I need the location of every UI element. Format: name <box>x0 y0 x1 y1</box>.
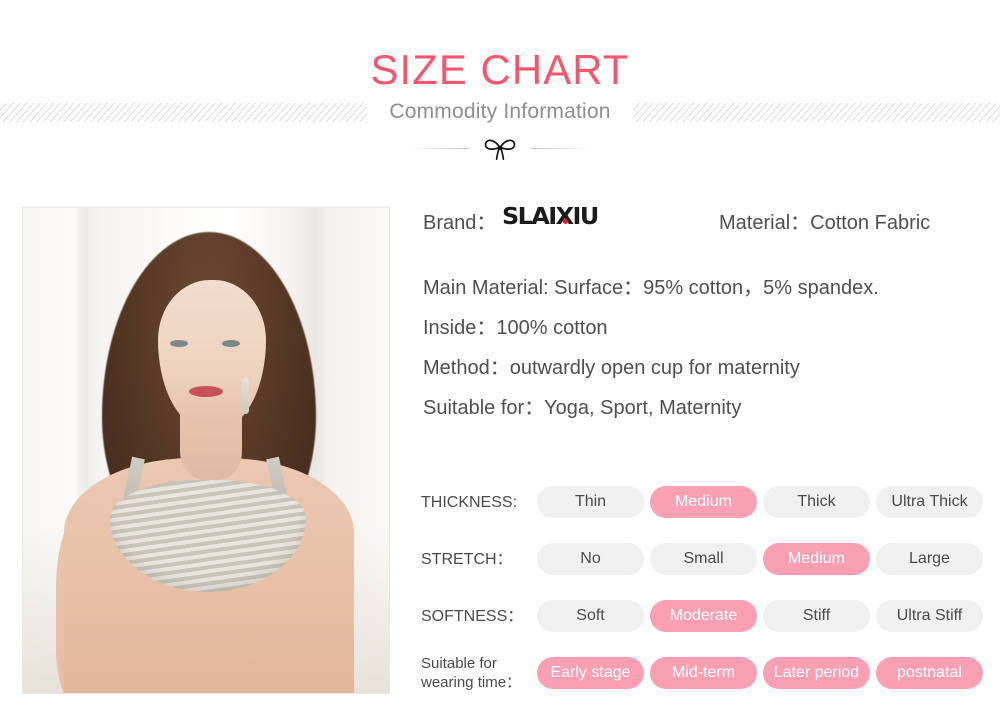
divider-line-right <box>531 147 591 149</box>
attribute-table: THICKNESS: Thin Medium Thick Ultra Thick… <box>421 486 983 691</box>
material-label: Material：Cotton Fabric <box>719 212 931 234</box>
option-softness-stiff[interactable]: Stiff <box>763 600 870 632</box>
option-softness-soft[interactable]: Soft <box>537 600 644 632</box>
brand-label: Brand： <box>423 212 497 234</box>
photo-model-eye-left <box>170 340 188 347</box>
product-image <box>22 207 390 694</box>
option-wearing-time-later-period[interactable]: Later period <box>763 657 870 689</box>
spec-main-material: Main Material: Surface：95% cotton，5% spa… <box>423 277 879 299</box>
bow-divider <box>0 132 1000 164</box>
attribute-label-wearing-time: Suitable for wearing time： <box>421 655 522 691</box>
page-title: SIZE CHART <box>370 46 630 93</box>
hatch-stripes-left <box>0 102 368 122</box>
option-thickness-medium[interactable]: Medium <box>650 486 757 518</box>
brand-row: Brand： SLAIXIU Material：Cotton Fabric <box>423 200 983 242</box>
page-subtitle: Commodity Information <box>389 100 611 123</box>
option-stretch-large[interactable]: Large <box>876 543 983 575</box>
option-softness-moderate[interactable]: Moderate <box>650 600 757 632</box>
page-header: SIZE CHART Commodity Information <box>0 0 1000 170</box>
attribute-options-thickness: Thin Medium Thick Ultra Thick <box>537 486 983 518</box>
subtitle-band: Commodity Information <box>0 98 1000 126</box>
spec-inside: Inside：100% cotton <box>423 317 608 339</box>
option-thickness-ultra-thick[interactable]: Ultra Thick <box>876 486 983 518</box>
attribute-options-wearing-time: Early stage Mid-term Later period postna… <box>537 657 983 689</box>
option-wearing-time-mid-term[interactable]: Mid-term <box>650 657 757 689</box>
option-wearing-time-early-stage[interactable]: Early stage <box>537 657 644 689</box>
spec-method: Method：outwardly open cup for maternity <box>423 357 800 379</box>
attribute-row-thickness: THICKNESS: Thin Medium Thick Ultra Thick <box>421 486 983 518</box>
bow-ribbon-icon <box>484 139 516 161</box>
option-wearing-time-postnatal[interactable]: postnatal <box>876 657 983 689</box>
attribute-options-stretch: No Small Medium Large <box>537 543 983 575</box>
option-stretch-small[interactable]: Small <box>650 543 757 575</box>
photo-model-earring <box>242 378 249 414</box>
attribute-row-wearing-time: Suitable for wearing time： Early stage M… <box>421 655 983 691</box>
attribute-label-softness: SOFTNESS： <box>421 607 524 625</box>
divider-line-left <box>409 147 469 149</box>
option-thickness-thin[interactable]: Thin <box>537 486 644 518</box>
attribute-options-softness: Soft Moderate Stiff Ultra Stiff <box>537 600 983 632</box>
option-stretch-no[interactable]: No <box>537 543 644 575</box>
attribute-row-softness: SOFTNESS： Soft Moderate Stiff Ultra Stif… <box>421 600 983 632</box>
attribute-label-thickness: THICKNESS: <box>421 493 518 511</box>
spec-suitable-for: Suitable for：Yoga, Sport, Maternity <box>423 397 742 419</box>
spec-list: Main Material: Surface：95% cotton，5% spa… <box>423 268 983 428</box>
option-thickness-thick[interactable]: Thick <box>763 486 870 518</box>
attribute-label-stretch: STRETCH： <box>421 550 513 568</box>
option-stretch-medium[interactable]: Medium <box>763 543 870 575</box>
brand-logo: SLAIXIU <box>502 204 599 230</box>
photo-model-eye-right <box>222 340 240 347</box>
product-info-panel: Brand： SLAIXIU Material：Cotton Fabric Ma… <box>423 200 983 428</box>
photo-model-lips <box>189 386 223 397</box>
hatch-stripes-right <box>632 102 1000 122</box>
option-softness-ultra-stiff[interactable]: Ultra Stiff <box>876 600 983 632</box>
attribute-row-stretch: STRETCH： No Small Medium Large <box>421 543 983 575</box>
brand-logo-dot <box>563 219 568 224</box>
